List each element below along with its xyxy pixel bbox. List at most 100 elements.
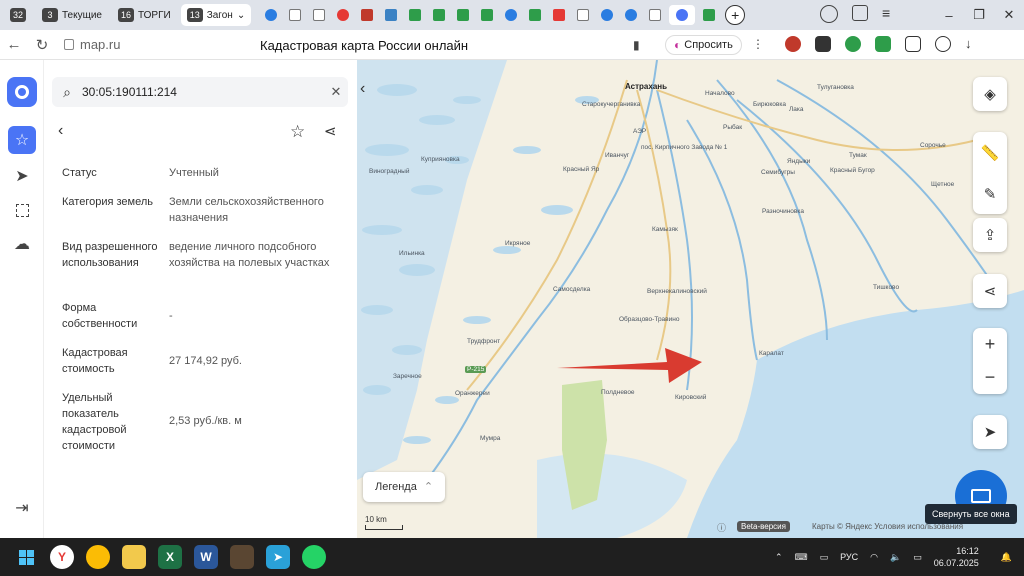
download-icon[interactable]: ↓ (965, 36, 981, 52)
tab[interactable] (549, 5, 569, 25)
selection-icon (15, 203, 29, 217)
navigation-icon: ➤ (15, 168, 29, 185)
tab[interactable] (357, 5, 377, 25)
new-tab-button[interactable]: + (725, 5, 746, 25)
wifi-icon[interactable]: ◠ (870, 552, 878, 563)
back-chevron-icon[interactable]: ‹ (58, 122, 63, 140)
favorite-star-icon[interactable]: ☆ (290, 122, 305, 142)
more-icon[interactable]: ⋮ (752, 37, 764, 51)
file-explorer-icon[interactable] (122, 545, 146, 569)
app-logo[interactable] (7, 77, 37, 107)
tab[interactable] (309, 5, 329, 25)
favorites-nav-button[interactable]: ☆ (8, 126, 36, 154)
extension-icon[interactable] (905, 36, 921, 52)
tab[interactable] (405, 5, 425, 25)
layers-button[interactable]: ◈ (973, 77, 1007, 111)
tab[interactable] (597, 5, 617, 25)
extension-icon[interactable] (845, 36, 861, 52)
ruler-icon[interactable]: 📏 (981, 144, 1000, 162)
tab[interactable] (501, 5, 521, 25)
back-arrow-icon[interactable]: ← (0, 36, 28, 53)
navigation-button[interactable]: ➤ (8, 162, 36, 190)
login-button[interactable]: ⇥ (8, 494, 36, 522)
minimize-icon[interactable]: – (934, 8, 964, 23)
geolocation-button[interactable]: ➤ (973, 415, 1007, 449)
volume-icon[interactable]: 🔈 (890, 552, 901, 563)
system-tray: ⌃ ⌨ ▭ РУС ◠ 🔈 ▭ 16:12 06.07.2025 🔔 (775, 538, 1024, 576)
settings-icon[interactable] (820, 5, 838, 23)
collapse-panel-chevron-icon[interactable]: ‹ (360, 80, 365, 98)
legend-button[interactable]: Легенда ⌃ (363, 472, 445, 502)
clock[interactable]: 16:12 06.07.2025 (934, 545, 991, 569)
menu-icon[interactable]: ≡ (882, 5, 890, 23)
ask-button[interactable]: ◐ Спросить (665, 35, 742, 55)
os-taskbar: Y X W ➤ ⌃ ⌨ ▭ РУС ◠ 🔈 ▭ 16:12 06.07.2025… (0, 538, 1024, 576)
tab[interactable] (261, 5, 281, 25)
attribute-key: Категория земель (62, 196, 153, 208)
whatsapp-icon[interactable] (302, 545, 326, 569)
evernote-icon[interactable] (875, 36, 891, 52)
tab-group-count: 13 (186, 8, 203, 22)
reload-icon[interactable]: ↻ (28, 36, 56, 54)
extension-icon[interactable] (785, 36, 801, 52)
info-icon[interactable]: ⓘ (717, 521, 726, 534)
url-domain[interactable]: map.ru (80, 37, 120, 52)
tab-group-label: Текущие (62, 9, 102, 21)
tab[interactable] (573, 5, 593, 25)
chrome-icon[interactable] (86, 545, 110, 569)
area-select-button[interactable] (8, 196, 36, 224)
tab[interactable] (525, 5, 545, 25)
close-icon[interactable]: ✕ (994, 7, 1024, 23)
tab[interactable] (381, 5, 401, 25)
share-icon[interactable] (852, 5, 868, 21)
tray-app-icon[interactable]: ▭ (820, 552, 829, 563)
excel-icon[interactable]: X (158, 545, 182, 569)
clear-icon[interactable]: ✕ (324, 84, 348, 100)
keyboard-icon[interactable]: ⌨ (795, 552, 808, 563)
maximize-icon[interactable]: ❐ (964, 7, 994, 23)
tab[interactable] (645, 5, 665, 25)
search-input[interactable]: 30:05:190111:214 (82, 85, 324, 99)
extension-icon[interactable] (815, 36, 831, 52)
app-icon[interactable] (230, 545, 254, 569)
tab[interactable] (477, 5, 497, 25)
tab[interactable] (429, 5, 449, 25)
map-canvas[interactable] (357, 60, 1024, 538)
map-view[interactable]: Астрахань Началово Бирюковка Тулугановка… (357, 60, 1024, 538)
tab-active[interactable] (669, 5, 696, 25)
edit-icon[interactable]: ✎ (984, 185, 997, 203)
upload-button[interactable]: ⇪ (973, 218, 1007, 252)
date: 06.07.2025 (933, 558, 979, 568)
tab[interactable] (333, 5, 353, 25)
tab[interactable] (285, 5, 305, 25)
notification-bell-icon[interactable]: 🔔 (1001, 552, 1012, 563)
tab[interactable] (621, 5, 641, 25)
word-icon[interactable]: W (194, 545, 218, 569)
search-box[interactable]: ⌕ 30:05:190111:214 ✕ (52, 77, 348, 107)
share-map-button[interactable]: ⋖ (973, 274, 1007, 308)
emblem-icon (361, 9, 374, 21)
map-label: Началово (705, 90, 735, 97)
share-icon[interactable]: ⋖ (324, 122, 337, 140)
cloud-button[interactable]: ☁ (8, 230, 36, 258)
map-label: Верхнекалиновский (647, 288, 707, 295)
zoom-out-icon[interactable]: − (985, 367, 996, 388)
battery-icon[interactable]: ▭ (913, 552, 922, 563)
extension-icon[interactable] (935, 36, 951, 52)
tab[interactable] (699, 5, 719, 25)
yandex-browser-icon[interactable]: Y (50, 545, 74, 569)
tab-group-current[interactable]: 3 Текущие (36, 4, 108, 26)
tab-group-1[interactable]: 32 (4, 4, 32, 26)
tab-group-count: 3 (42, 8, 58, 22)
chevron-up-icon[interactable]: ⌃ (775, 552, 783, 563)
telegram-icon[interactable]: ➤ (266, 545, 290, 569)
tab-group-torgi[interactable]: 16 ТОРГИ (112, 4, 177, 26)
road-sign: Р-215 (465, 366, 487, 373)
page-title: Кадастровая карта России онлайн (260, 38, 469, 53)
tab-group-zagon[interactable]: 13 Загон ⌄ (180, 4, 252, 26)
tab[interactable] (453, 5, 473, 25)
zoom-in-icon[interactable]: + (985, 334, 996, 355)
language-indicator[interactable]: РУС (840, 552, 858, 562)
bookmark-icon[interactable]: ▮ (633, 38, 640, 52)
start-button[interactable] (14, 545, 38, 569)
